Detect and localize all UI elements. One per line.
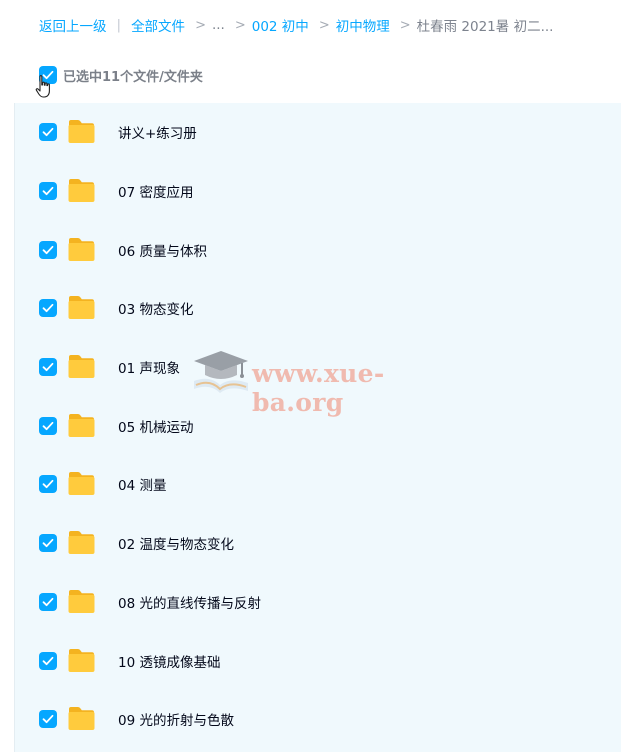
file-row[interactable]: 08 光的直线传播与反射 — [15, 573, 621, 632]
select-all-row: 已选中11个文件/文件夹 — [39, 65, 203, 85]
folder-icon — [67, 294, 96, 324]
file-checkbox[interactable] — [39, 358, 57, 377]
file-row[interactable]: 09 光的折射与色散 — [15, 690, 621, 749]
checkmark-icon — [42, 480, 54, 489]
file-checkbox[interactable] — [39, 240, 57, 259]
file-name[interactable]: 09 光的折射与色散 — [118, 709, 234, 729]
file-checkbox[interactable] — [39, 710, 57, 729]
back-link[interactable]: 返回上一级 — [39, 15, 107, 35]
breadcrumb-divider: | — [116, 17, 122, 33]
selection-count-label: 已选中11个文件/文件夹 — [63, 69, 203, 85]
breadcrumb-ellipsis[interactable]: ... — [212, 17, 225, 33]
folder-icon — [67, 529, 96, 559]
file-name[interactable]: 03 物态变化 — [118, 298, 193, 318]
breadcrumb-current: 杜春雨 2021暑 初二... — [416, 19, 554, 35]
file-row[interactable]: 讲义+练习册 — [15, 103, 621, 162]
file-name[interactable]: 07 密度应用 — [118, 181, 193, 201]
file-row[interactable]: 05 机械运动 — [15, 396, 621, 455]
file-checkbox[interactable] — [39, 299, 57, 318]
file-name[interactable]: 01 声现象 — [118, 357, 180, 377]
file-list: 讲义+练习册 07 密度应用 06 质量与体积 03 物态变化 01 声现象 05 机械运… — [14, 103, 621, 752]
breadcrumb-level-2[interactable]: 初中物理 — [336, 15, 390, 35]
folder-icon — [67, 705, 96, 735]
checkmark-icon — [42, 539, 54, 548]
chevron-right-icon: > — [399, 17, 411, 33]
file-name[interactable]: 02 温度与物态变化 — [118, 533, 234, 553]
file-name[interactable]: 10 透镜成像基础 — [118, 651, 220, 671]
breadcrumb-level-1[interactable]: 002 初中 — [252, 15, 309, 35]
file-checkbox[interactable] — [39, 534, 57, 553]
file-row[interactable]: 03 物态变化 — [15, 279, 621, 338]
folder-icon — [67, 412, 96, 442]
file-row[interactable]: 01 声现象 — [15, 338, 621, 397]
checkmark-icon — [42, 421, 54, 430]
file-name[interactable]: 06 质量与体积 — [118, 240, 207, 260]
breadcrumb-root[interactable]: 全部文件 — [131, 15, 185, 35]
file-checkbox[interactable] — [39, 475, 57, 494]
file-row[interactable]: 02 温度与物态变化 — [15, 514, 621, 573]
file-checkbox[interactable] — [39, 123, 57, 142]
file-name[interactable]: 讲义+练习册 — [118, 122, 197, 142]
chevron-right-icon: > — [234, 17, 246, 33]
file-checkbox[interactable] — [39, 651, 57, 670]
chevron-right-icon: > — [318, 17, 330, 33]
chevron-right-icon: > — [195, 17, 206, 33]
breadcrumb: 返回上一级 | 全部文件 > ... > 002 初中 > 初中物理 > 杜春雨… — [39, 14, 553, 36]
checkmark-icon — [42, 362, 54, 372]
folder-icon — [67, 353, 96, 383]
folder-icon — [67, 647, 96, 677]
file-row[interactable]: 10 透镜成像基础 — [15, 631, 621, 690]
checkmark-icon — [42, 304, 54, 313]
file-checkbox[interactable] — [39, 416, 57, 435]
folder-icon — [67, 236, 96, 266]
file-row[interactable]: 06 质量与体积 — [15, 220, 621, 279]
checkmark-icon — [42, 245, 54, 254]
file-name[interactable]: 04 测量 — [118, 474, 166, 494]
checkmark-icon — [42, 715, 54, 724]
checkmark-icon — [42, 597, 54, 606]
file-name[interactable]: 05 机械运动 — [118, 416, 193, 436]
folder-icon — [67, 470, 96, 500]
checkmark-icon — [42, 656, 54, 665]
file-checkbox[interactable] — [39, 592, 57, 611]
file-row[interactable]: 07 密度应用 — [15, 162, 621, 221]
file-checkbox[interactable] — [39, 182, 57, 201]
checkmark-icon — [42, 128, 54, 137]
hand-cursor-icon — [35, 75, 50, 98]
file-row[interactable]: 04 测量 — [15, 455, 621, 514]
checkmark-icon — [42, 186, 54, 196]
folder-icon — [67, 118, 96, 148]
folder-icon — [67, 588, 96, 618]
file-name[interactable]: 08 光的直线传播与反射 — [118, 592, 261, 612]
folder-icon — [67, 177, 96, 207]
